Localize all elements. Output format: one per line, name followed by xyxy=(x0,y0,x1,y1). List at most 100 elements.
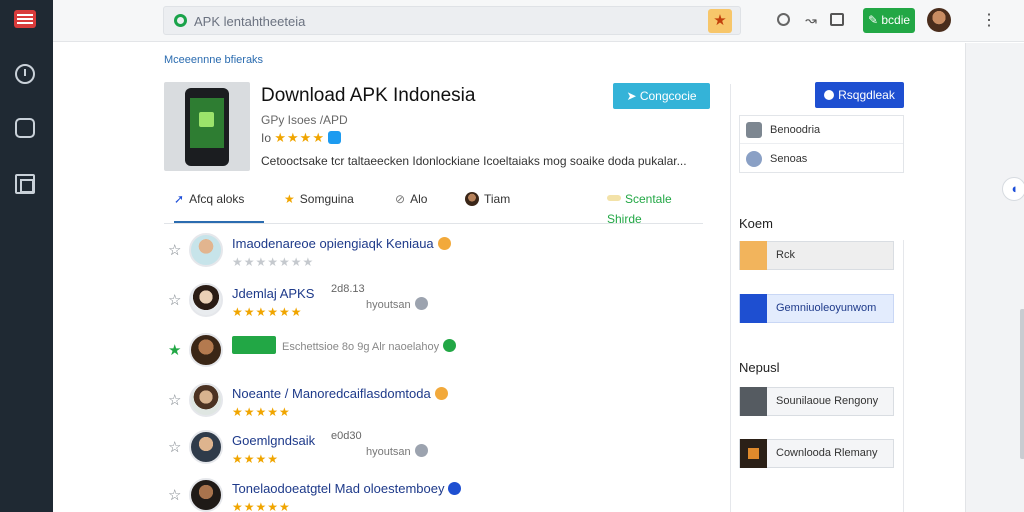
related-item-label: Senoas xyxy=(770,153,808,165)
edit-icon xyxy=(740,294,767,323)
star-icon: ★ xyxy=(284,192,295,206)
favorite-star-icon[interactable]: ☆ xyxy=(168,241,181,259)
secondary-cta-button[interactable]: Rsqgdleak xyxy=(815,82,904,108)
side-button[interactable]: Gemniuoleoyunwom xyxy=(739,294,894,323)
tag-icon xyxy=(607,195,621,201)
verified-icon xyxy=(448,482,462,495)
bookmark-star-icon[interactable]: ★ xyxy=(708,9,732,33)
related-item-label: Benoodria xyxy=(770,124,821,136)
rating-prefix: Io xyxy=(261,131,272,145)
verified-icon xyxy=(443,339,457,352)
avatar xyxy=(189,283,223,317)
rating-stars-icon: ★★★★ xyxy=(274,130,325,145)
side-button-label: Sounilaoue Rengony xyxy=(776,395,879,407)
list-item[interactable]: ★ Eschettsioe 8o 9g Alr naoelahoy xyxy=(164,333,684,373)
top-bar: APK lentahtheeteia ★ ↝ ✎ bcdie ⋮ xyxy=(53,0,1024,42)
list-item[interactable]: ☆ Jdemlaj APKS 2d8.13 hyoutsan ★★★★★★ xyxy=(164,283,684,323)
main-content: Mceeennne bfieraks Download APK Indonesi… xyxy=(53,43,965,512)
clock-icon[interactable] xyxy=(15,64,35,84)
tab-apps[interactable]: ➚ Afcq aloks xyxy=(174,189,264,223)
favorite-star-icon[interactable]: ☆ xyxy=(168,486,181,504)
avatar-icon xyxy=(465,192,479,206)
avatar xyxy=(189,478,223,512)
app-logo-icon[interactable] xyxy=(14,10,36,28)
search-input[interactable]: APK lentahtheeteia xyxy=(194,14,305,29)
verified-icon xyxy=(434,387,448,400)
left-sidebar xyxy=(0,0,53,512)
search-icon xyxy=(174,14,187,27)
bag-icon[interactable] xyxy=(15,118,35,138)
breadcrumb[interactable]: Mceeennne bfieraks xyxy=(164,54,263,66)
window-icon[interactable] xyxy=(830,13,844,26)
app-rating: Io ★★★★ xyxy=(261,130,342,146)
user-avatar[interactable] xyxy=(927,8,951,32)
favorite-star-icon[interactable]: ☆ xyxy=(168,391,181,409)
app-subtitle: GPy Isoes /APD xyxy=(261,113,348,127)
tab-label: Tiam xyxy=(484,192,511,206)
list-item[interactable]: ☆ Goemlgndsaik e0d30 hyoutsan ★★★★ xyxy=(164,430,684,470)
related-item[interactable]: Senoas xyxy=(740,145,903,173)
phone-icon xyxy=(185,88,229,166)
section-title: Koem xyxy=(739,216,773,231)
divider xyxy=(903,240,904,512)
page-title: Download APK Indonesia xyxy=(261,85,476,106)
related-item[interactable]: Benoodria xyxy=(740,116,903,144)
favorite-star-icon[interactable]: ☆ xyxy=(168,291,181,309)
related-card: Benoodria Senoas xyxy=(739,115,904,173)
doc-icon xyxy=(746,122,762,138)
review-meta: hyoutsan xyxy=(366,444,428,458)
app-screenshot-image xyxy=(164,82,250,171)
avatar xyxy=(189,383,223,417)
side-button-label: Gemniuoleoyunwom xyxy=(776,302,877,314)
list-item[interactable]: ☆ Tonelaodoeatgtel Mad oloestemboey ★★★★… xyxy=(164,478,684,512)
app-window: APK lentahtheeteia ★ ↝ ✎ bcdie ⋮ Mceeenn… xyxy=(0,0,1024,512)
share-arrow-icon[interactable]: ↝ xyxy=(803,12,819,28)
scrollbar[interactable] xyxy=(1020,309,1024,459)
verified-icon xyxy=(414,444,428,457)
favorite-star-icon[interactable]: ☆ xyxy=(168,438,181,456)
primary-action-button[interactable]: ✎ bcdie xyxy=(863,8,915,33)
primary-cta-button[interactable]: ➤ Congcocie xyxy=(613,83,710,109)
assistant-icon[interactable]: ◖ xyxy=(1002,177,1024,201)
primary-action-label: bcdie xyxy=(881,13,911,27)
side-button[interactable]: Cownlooda Rlemany xyxy=(739,439,894,468)
user-icon xyxy=(746,151,762,167)
tab-label: Alo xyxy=(410,192,428,206)
favorite-star-icon[interactable]: ★ xyxy=(168,341,181,359)
tab-right-link[interactable]: Scentale Shirde xyxy=(607,189,703,229)
primary-cta-label: Congcocie xyxy=(639,89,697,103)
list-item[interactable]: ☆ Imaodenareoe opiengiaqk Keniaua ★★★★★★… xyxy=(164,233,684,273)
verified-icon xyxy=(414,297,428,310)
side-button[interactable]: Sounilaoue Rengony xyxy=(739,387,894,416)
avatar xyxy=(189,430,223,464)
avatar xyxy=(189,333,223,367)
search-bar[interactable]: APK lentahtheeteia ★ xyxy=(163,6,741,35)
tab-team[interactable]: Tiam xyxy=(465,189,510,223)
review-title: Goemlgndsaik xyxy=(232,433,316,448)
review-meta: hyoutsan xyxy=(366,297,428,311)
avatar xyxy=(189,233,223,267)
download-icon xyxy=(740,439,767,468)
send-icon: ➤ xyxy=(626,89,640,103)
record-icon[interactable] xyxy=(777,13,790,26)
version-label: e0d30 xyxy=(331,430,362,442)
side-button[interactable]: Rck xyxy=(739,241,894,270)
tab-label: Afcq aloks xyxy=(189,192,245,206)
tab-alo[interactable]: ⊘ Alo xyxy=(395,189,427,223)
rating-stars-icon: ★★★★★ xyxy=(232,500,291,512)
list-item[interactable]: ☆ Noeante / Manoredcaiflasdomtoda ★★★★★ xyxy=(164,383,684,423)
shield-icon xyxy=(824,90,835,100)
tab-something[interactable]: ★ Somguina xyxy=(284,189,354,223)
apps-icon: ➚ xyxy=(174,192,185,206)
section-title: Nepusl xyxy=(739,360,780,375)
more-menu-icon[interactable]: ⋮ xyxy=(981,10,997,30)
rating-stars-icon: ★★★★★★★ xyxy=(232,255,315,269)
frame-icon[interactable] xyxy=(15,174,35,194)
review-title: Noeante / Manoredcaiflasdomtoda xyxy=(232,386,448,401)
link-icon: ⊘ xyxy=(395,192,406,206)
folder-icon xyxy=(740,241,767,270)
version-label: 2d8.13 xyxy=(331,283,365,295)
tab-label: Somguina xyxy=(299,192,354,206)
review-title: Jdemlaj APKS xyxy=(232,286,315,301)
side-button-label: Cownlooda Rlemany xyxy=(776,447,878,459)
